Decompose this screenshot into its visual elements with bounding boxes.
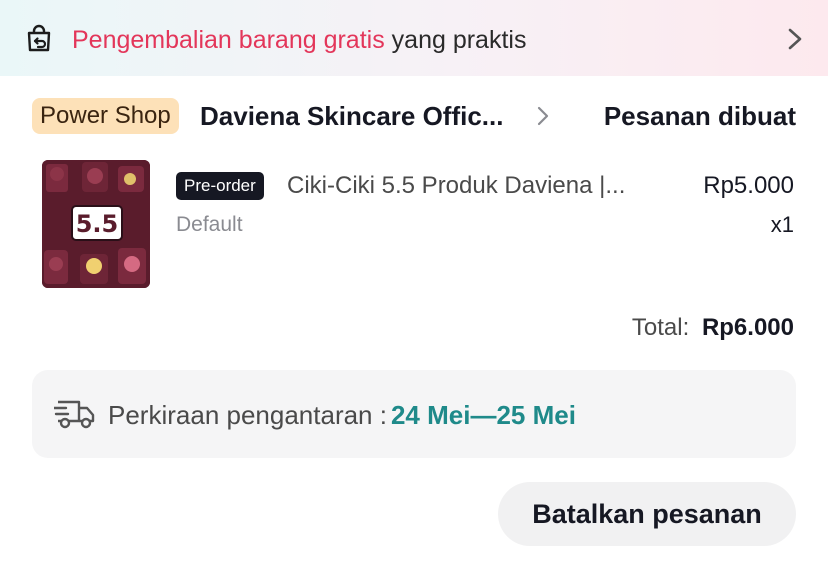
product-image[interactable]: 5.5 [42,160,150,288]
cancel-order-button[interactable]: Batalkan pesanan [498,482,796,546]
banner-text: Pengembalian barang gratis yang praktis [72,24,526,56]
product-price: Rp5.000 [703,172,794,199]
order-total: Total: Rp6.000 [632,312,794,344]
total-label: Total: [631,314,690,341]
total-value: Rp6.000 [701,314,794,341]
chevron-right-icon[interactable] [536,104,550,128]
delivery-truck-icon [54,400,95,429]
product-variant: Default [176,213,243,236]
preorder-badge: Pre-order [176,172,264,200]
chevron-right-icon[interactable] [784,24,806,54]
shop-header: Power Shop Daviena Skincare Offic... Pes… [0,98,828,138]
return-bag-icon [27,24,51,52]
delivery-text: Perkiraan pengantaran :24 Mei—25 Mei [108,398,576,432]
product-quantity: x1 [770,212,794,237]
delivery-label: Perkiraan pengantaran : [108,400,387,430]
free-return-banner[interactable]: Pengembalian barang gratis yang praktis [0,0,828,76]
power-shop-badge: Power Shop [32,98,179,134]
delivery-estimate: Perkiraan pengantaran :24 Mei—25 Mei [32,370,796,458]
shop-name-link[interactable]: Daviena Skincare Offic... [200,98,503,134]
product-image-label: 5.5 [75,210,119,238]
banner-rest: yang praktis [391,26,527,54]
delivery-date: 24 Mei—25 Mei [390,400,576,430]
order-status: Pesanan dibuat [603,101,796,131]
banner-highlight: Pengembalian barang gratis [72,26,385,54]
product-title[interactable]: Ciki-Ciki 5.5 Produk Daviena |... [287,170,625,202]
